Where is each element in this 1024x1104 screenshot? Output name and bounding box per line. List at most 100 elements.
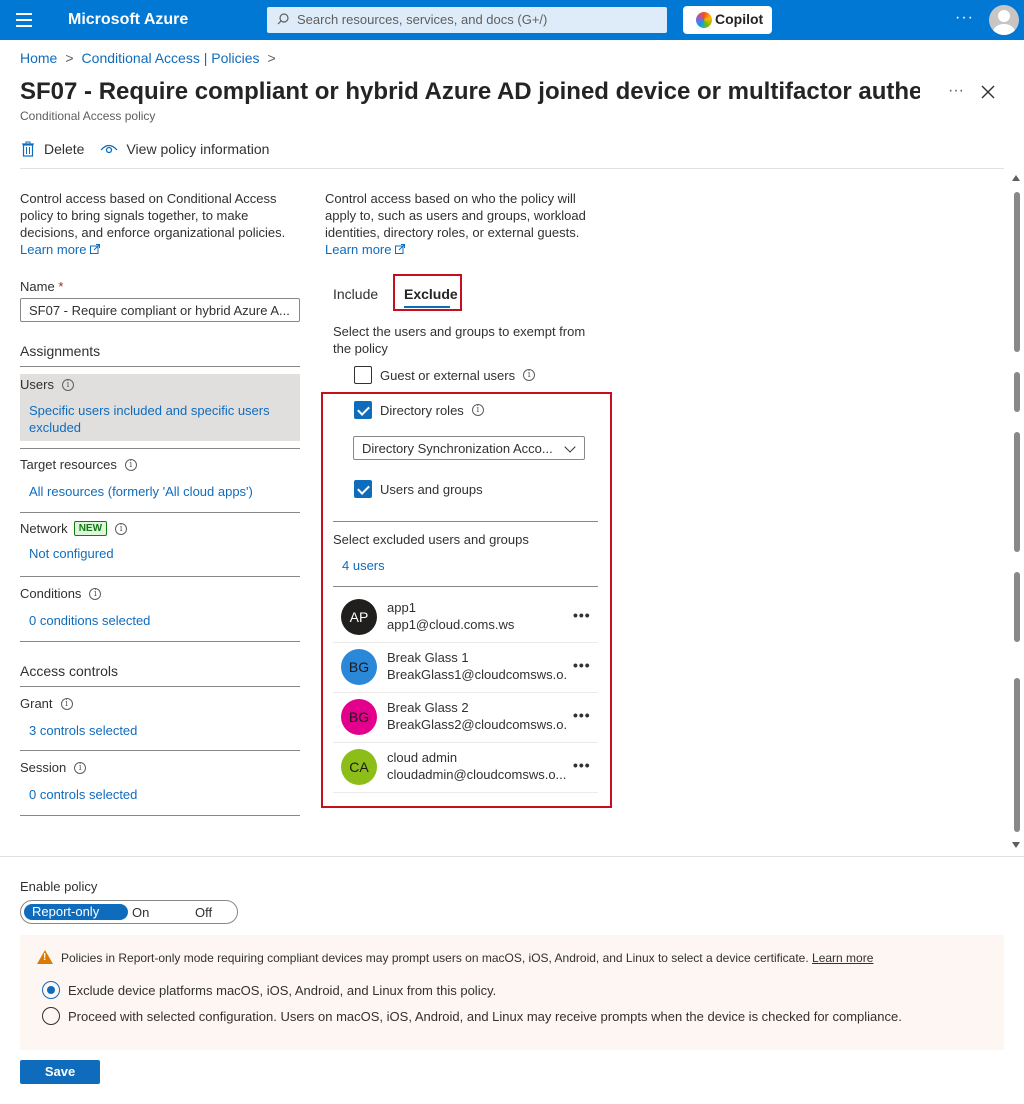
policy-name-input[interactable]: SF07 - Require compliant or hybrid Azure… (20, 298, 300, 322)
radio-unselected[interactable] (42, 1007, 60, 1025)
row-more-icon[interactable]: ••• (573, 657, 591, 673)
scroll-up-arrow-icon[interactable] (1012, 175, 1020, 181)
toggle-option-report-only[interactable]: Report-only (24, 904, 128, 920)
breadcrumb-home[interactable]: Home (20, 50, 57, 66)
more-options-icon[interactable]: ··· (955, 9, 974, 27)
conditions-assignment[interactable]: Conditions i 0 conditions selected (20, 586, 300, 628)
network-assignment[interactable]: Network NEW i Not configured (20, 521, 300, 561)
toggle-option-off[interactable]: Off (195, 905, 212, 920)
info-icon[interactable]: i (74, 761, 87, 774)
view-policy-info-button[interactable]: View policy information (100, 141, 269, 157)
close-icon[interactable] (980, 84, 996, 100)
enable-policy-toggle[interactable]: Report-only On Off (20, 900, 238, 924)
global-search-input[interactable]: Search resources, services, and docs (G+… (267, 7, 667, 33)
save-button[interactable]: Save (20, 1060, 100, 1084)
section-divider (333, 586, 598, 587)
directory-roles-option[interactable]: Directory roles i (354, 401, 484, 419)
enable-policy-label: Enable policy (20, 879, 98, 894)
user-name: Break Glass 1 (387, 650, 469, 665)
target-resources-label: Target resources (20, 457, 117, 472)
scrollbar-thumb[interactable] (1014, 572, 1020, 642)
users-label: Users (20, 377, 54, 392)
scrollbar-thumb[interactable] (1014, 192, 1020, 352)
users-description: Control access based on who the policy w… (325, 190, 595, 258)
learn-more-link[interactable]: Learn more (20, 242, 86, 257)
portal-brand[interactable]: Microsoft Azure (68, 11, 188, 29)
network-value-link[interactable]: Not configured (20, 546, 300, 561)
list-item: BG Break Glass 1 BreakGlass1@cloudcomsws… (333, 643, 598, 693)
excluded-users-count-link[interactable]: 4 users (342, 558, 385, 573)
users-value-link[interactable]: Specific users included and specific use… (20, 402, 300, 436)
user-name: app1 (387, 600, 416, 615)
list-item: BG Break Glass 2 BreakGlass2@cloudcomsws… (333, 693, 598, 743)
info-icon[interactable]: i (60, 697, 73, 710)
section-divider (20, 815, 300, 816)
breadcrumb-separator-icon: > (65, 50, 74, 66)
scrollbar-thumb[interactable] (1014, 372, 1020, 412)
conditions-label: Conditions (20, 586, 82, 601)
directory-roles-checkbox[interactable] (354, 401, 372, 419)
proceed-configuration-label: Proceed with selected configuration. Use… (68, 1008, 902, 1024)
section-divider (20, 512, 300, 513)
scrollbar-thumb[interactable] (1014, 432, 1020, 552)
delete-label: Delete (44, 141, 85, 157)
conditions-title: Conditions i (20, 586, 300, 601)
info-icon[interactable]: i (115, 522, 128, 535)
scroll-down-arrow-icon[interactable] (1012, 842, 1020, 848)
section-divider (20, 366, 300, 367)
proceed-configuration-option[interactable]: Proceed with selected configuration. Use… (42, 1007, 902, 1025)
exclude-platforms-option[interactable]: Exclude device platforms macOS, iOS, And… (42, 981, 496, 999)
session-value-link[interactable]: 0 controls selected (20, 787, 300, 802)
guest-checkbox[interactable] (354, 366, 372, 384)
delete-button[interactable]: Delete (20, 141, 84, 157)
tab-exclude-label: Exclude (404, 286, 458, 302)
info-icon[interactable]: i (124, 458, 137, 471)
user-email: BreakGlass2@cloudcomsws.o... (387, 717, 567, 732)
users-and-groups-option[interactable]: Users and groups (354, 480, 483, 498)
warning-text: Policies in Report-only mode requiring c… (61, 951, 873, 965)
section-divider (20, 448, 300, 449)
row-more-icon[interactable]: ••• (573, 607, 591, 623)
info-icon[interactable]: i (61, 378, 74, 391)
guest-external-users-option[interactable]: Guest or external users i (354, 366, 536, 384)
session-control[interactable]: Session i 0 controls selected (20, 760, 300, 802)
grant-control[interactable]: Grant i 3 controls selected (20, 696, 300, 738)
info-icon[interactable]: i (89, 587, 102, 600)
info-icon[interactable]: i (471, 404, 484, 416)
user-name: Break Glass 2 (387, 700, 469, 715)
account-avatar-icon[interactable] (989, 5, 1019, 35)
hamburger-menu-icon[interactable] (16, 13, 32, 27)
directory-roles-dropdown[interactable]: Directory Synchronization Acco... (353, 436, 585, 460)
info-icon[interactable]: i (523, 369, 536, 381)
name-field-label: Name * (20, 279, 63, 294)
warning-icon (37, 950, 53, 964)
tab-exclude[interactable]: Exclude (393, 274, 462, 311)
users-and-groups-label: Users and groups (380, 481, 483, 497)
target-resources-assignment[interactable]: Target resources i All resources (formerl… (20, 457, 300, 499)
scrollbar-thumb[interactable] (1014, 678, 1020, 832)
header-more-icon[interactable]: ··· (948, 82, 964, 100)
users-description-text: Control access based on who the policy w… (325, 191, 586, 240)
target-resources-value-link[interactable]: All resources (formerly 'All cloud apps'… (20, 484, 300, 499)
directory-roles-label: Directory roles (380, 402, 464, 418)
copilot-button[interactable]: Copilot (683, 6, 772, 34)
grant-title: Grant i (20, 696, 300, 711)
grant-value-link[interactable]: 3 controls selected (20, 723, 300, 738)
user-email: BreakGlass1@cloudcomsws.o... (387, 667, 567, 682)
row-more-icon[interactable]: ••• (573, 707, 591, 723)
learn-more-link[interactable]: Learn more (325, 242, 391, 257)
conditions-value-link[interactable]: 0 conditions selected (20, 613, 300, 628)
warning-learn-more-link[interactable]: Learn more (812, 951, 873, 965)
radio-selected[interactable] (42, 981, 60, 999)
users-assignment[interactable]: Users i Specific users included and speci… (20, 374, 300, 441)
section-divider (333, 521, 598, 522)
row-more-icon[interactable]: ••• (573, 757, 591, 773)
users-and-groups-checkbox[interactable] (354, 480, 372, 498)
avatar: CA (341, 749, 377, 785)
directory-roles-selected: Directory Synchronization Acco... (362, 441, 553, 456)
tab-include[interactable]: Include (333, 286, 378, 302)
footer-divider (0, 856, 1024, 857)
select-excluded-label: Select excluded users and groups (333, 532, 529, 547)
toggle-option-on[interactable]: On (132, 905, 149, 920)
breadcrumb-conditional-access[interactable]: Conditional Access | Policies (82, 50, 260, 66)
